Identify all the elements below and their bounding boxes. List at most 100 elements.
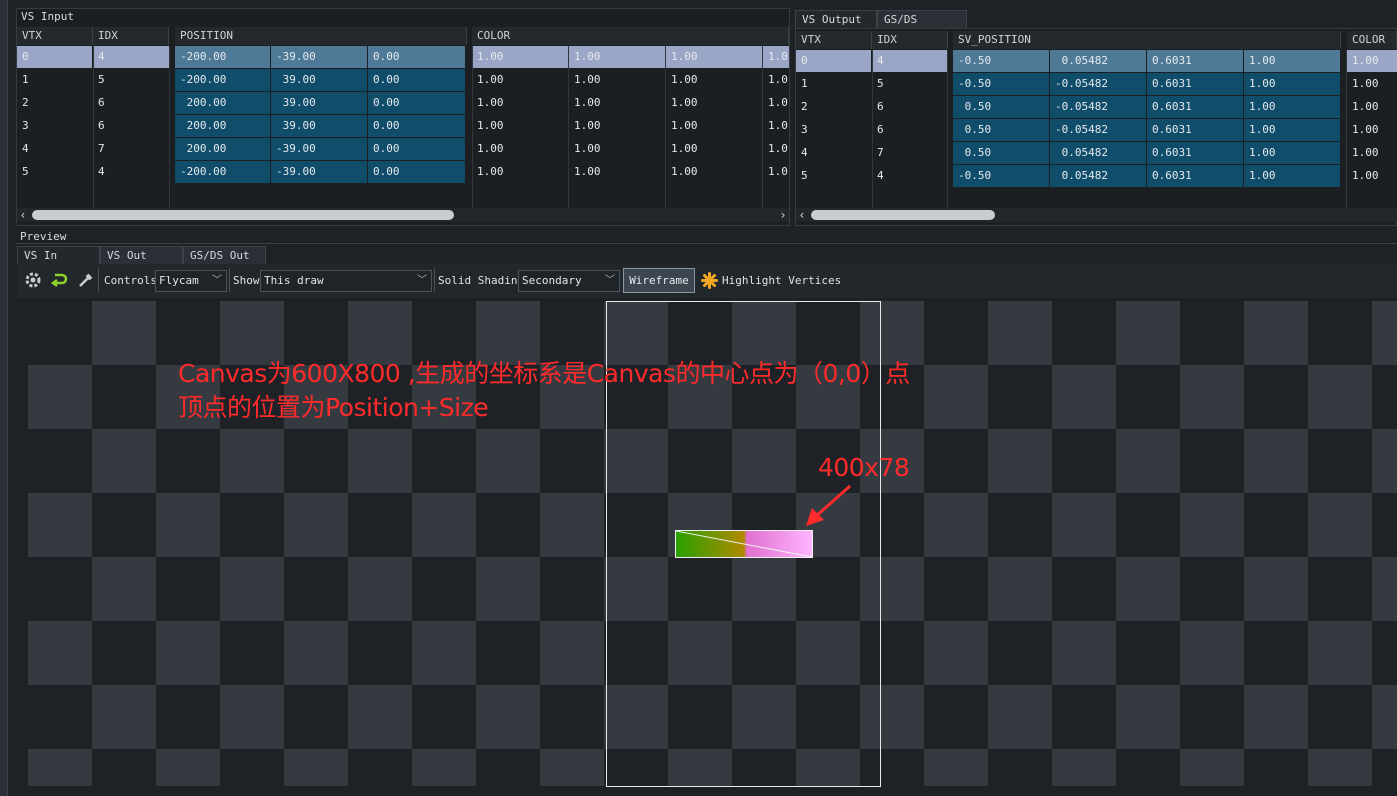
position-x-cell[interactable]: 200.00 bbox=[175, 115, 270, 137]
color-r-cell[interactable]: 1.00 bbox=[472, 92, 568, 114]
sv-position-w-cell[interactable]: 1.00 bbox=[1244, 142, 1340, 164]
idx-cell[interactable]: 4 bbox=[872, 165, 947, 187]
vtx-cell[interactable]: 3 bbox=[796, 119, 871, 141]
color-g-cell[interactable]: 1.00 bbox=[569, 46, 665, 68]
solid-shading-select[interactable]: Secondary ﹀ bbox=[518, 270, 620, 292]
sv-position-x-cell[interactable]: 0.50 bbox=[953, 96, 1049, 118]
idx-cell[interactable]: 4 bbox=[93, 161, 169, 183]
idx-cell[interactable]: 4 bbox=[872, 50, 947, 72]
tab-vs-in[interactable]: VS In bbox=[17, 246, 100, 264]
tab-vs-output[interactable]: VS Output bbox=[795, 10, 877, 28]
color-b-cell[interactable]: 1.00 bbox=[666, 161, 762, 183]
sv-position-y-cell[interactable]: 0.05482 bbox=[1050, 50, 1146, 72]
idx-cell[interactable]: 7 bbox=[872, 142, 947, 164]
color-a-cell[interactable]: 1.0 bbox=[763, 138, 789, 160]
sv-position-y-cell[interactable]: -0.05482 bbox=[1050, 73, 1146, 95]
gear-icon[interactable] bbox=[24, 271, 42, 289]
position-y-cell[interactable]: 39.00 bbox=[271, 69, 367, 91]
idx-cell[interactable]: 6 bbox=[93, 115, 169, 137]
col-header-color[interactable]: COLOR bbox=[472, 27, 789, 45]
sv-position-x-cell[interactable]: -0.50 bbox=[953, 50, 1049, 72]
vtx-cell[interactable]: 5 bbox=[17, 161, 92, 183]
idx-cell[interactable]: 6 bbox=[872, 96, 947, 118]
position-z-cell[interactable]: 0.00 bbox=[368, 115, 465, 137]
sv-position-z-cell[interactable]: 0.6031 bbox=[1147, 165, 1243, 187]
sv-position-z-cell[interactable]: 0.6031 bbox=[1147, 119, 1243, 141]
position-y-cell[interactable]: -39.00 bbox=[271, 138, 367, 160]
color-a-cell[interactable]: 1.0 bbox=[763, 69, 789, 91]
sv-position-w-cell[interactable]: 1.00 bbox=[1244, 165, 1340, 187]
controls-select[interactable]: Flycam ﹀ bbox=[155, 270, 227, 292]
vtx-cell[interactable]: 2 bbox=[796, 96, 871, 118]
sv-position-w-cell[interactable]: 1.00 bbox=[1244, 96, 1340, 118]
color-cell[interactable]: 1.00 bbox=[1347, 165, 1397, 187]
vtx-cell[interactable]: 4 bbox=[17, 138, 92, 160]
vs-output-table[interactable]: VTX IDX SV_POSITION COLOR 0 4 -0.50 0.0548… bbox=[796, 30, 1397, 214]
vs-input-table[interactable]: VTX IDX POSITION COLOR 0 4 -200.00 -39.00 0.… bbox=[17, 26, 789, 210]
tab-gsds-output[interactable]: GS/DS Output bbox=[877, 10, 967, 44]
color-b-cell[interactable]: 1.00 bbox=[666, 115, 762, 137]
vtx-cell[interactable]: 1 bbox=[796, 73, 871, 95]
sv-position-y-cell[interactable]: 0.05482 bbox=[1050, 142, 1146, 164]
col-header-vtx[interactable]: VTX bbox=[17, 27, 93, 45]
position-z-cell[interactable]: 0.00 bbox=[368, 161, 465, 183]
idx-cell[interactable]: 5 bbox=[93, 69, 169, 91]
color-cell[interactable]: 1.00 bbox=[1347, 73, 1397, 95]
wireframe-toggle[interactable]: Wireframe bbox=[623, 268, 695, 293]
position-z-cell[interactable]: 0.00 bbox=[368, 69, 465, 91]
color-a-cell[interactable]: 1.0 bbox=[763, 92, 789, 114]
color-g-cell[interactable]: 1.00 bbox=[569, 138, 665, 160]
show-select[interactable]: This draw ﹀ bbox=[260, 270, 432, 292]
sv-position-y-cell[interactable]: 0.05482 bbox=[1050, 165, 1146, 187]
sv-position-z-cell[interactable]: 0.6031 bbox=[1147, 142, 1243, 164]
sv-position-y-cell[interactable]: -0.05482 bbox=[1050, 119, 1146, 141]
position-x-cell[interactable]: 200.00 bbox=[175, 92, 270, 114]
scroll-right-icon[interactable]: › bbox=[777, 208, 789, 222]
color-r-cell[interactable]: 1.00 bbox=[472, 115, 568, 137]
color-a-cell[interactable]: 1.0 bbox=[763, 161, 789, 183]
vtx-cell[interactable]: 3 bbox=[17, 115, 92, 137]
color-g-cell[interactable]: 1.00 bbox=[569, 161, 665, 183]
idx-cell[interactable]: 6 bbox=[93, 92, 169, 114]
vs-output-scroll-thumb[interactable] bbox=[811, 210, 995, 220]
rendered-quad[interactable] bbox=[675, 530, 813, 558]
sv-position-z-cell[interactable]: 0.6031 bbox=[1147, 50, 1243, 72]
position-z-cell[interactable]: 0.00 bbox=[368, 138, 465, 160]
color-b-cell[interactable]: 1.00 bbox=[666, 69, 762, 91]
idx-cell[interactable]: 7 bbox=[93, 138, 169, 160]
color-cell[interactable]: 1.00 bbox=[1347, 50, 1397, 72]
color-b-cell[interactable]: 1.00 bbox=[666, 92, 762, 114]
vs-output-hscrollbar[interactable]: ‹ bbox=[796, 208, 1397, 222]
color-r-cell[interactable]: 1.00 bbox=[472, 46, 568, 68]
tab-vs-out[interactable]: VS Out bbox=[100, 246, 183, 264]
sv-position-z-cell[interactable]: 0.6031 bbox=[1147, 96, 1243, 118]
sv-position-w-cell[interactable]: 1.00 bbox=[1244, 73, 1340, 95]
sv-position-y-cell[interactable]: -0.05482 bbox=[1050, 96, 1146, 118]
col-header-idx[interactable]: IDX bbox=[872, 31, 948, 49]
vtx-cell[interactable]: 5 bbox=[796, 165, 871, 187]
color-r-cell[interactable]: 1.00 bbox=[472, 138, 568, 160]
position-x-cell[interactable]: -200.00 bbox=[175, 161, 270, 183]
sv-position-w-cell[interactable]: 1.00 bbox=[1244, 119, 1340, 141]
vtx-cell[interactable]: 0 bbox=[17, 46, 92, 68]
position-y-cell[interactable]: 39.00 bbox=[271, 92, 367, 114]
vs-input-hscrollbar[interactable]: ‹ › bbox=[17, 208, 789, 222]
col-header-position[interactable]: POSITION bbox=[175, 27, 467, 45]
sv-position-x-cell[interactable]: -0.50 bbox=[953, 165, 1049, 187]
color-a-cell[interactable]: 1.0 bbox=[763, 115, 789, 137]
scroll-left-icon[interactable]: ‹ bbox=[796, 208, 808, 222]
idx-cell[interactable]: 6 bbox=[872, 119, 947, 141]
sv-position-w-cell[interactable]: 1.00 bbox=[1244, 50, 1340, 72]
idx-cell[interactable]: 4 bbox=[93, 46, 169, 68]
position-z-cell[interactable]: 0.00 bbox=[368, 46, 465, 68]
color-g-cell[interactable]: 1.00 bbox=[569, 115, 665, 137]
color-cell[interactable]: 1.00 bbox=[1347, 119, 1397, 141]
sv-position-x-cell[interactable]: 0.50 bbox=[953, 119, 1049, 141]
position-x-cell[interactable]: -200.00 bbox=[175, 69, 270, 91]
color-b-cell[interactable]: 1.00 bbox=[666, 138, 762, 160]
col-header-vtx[interactable]: VTX bbox=[796, 31, 872, 49]
color-a-cell[interactable]: 1.0 bbox=[763, 46, 789, 68]
color-r-cell[interactable]: 1.00 bbox=[472, 69, 568, 91]
color-g-cell[interactable]: 1.00 bbox=[569, 92, 665, 114]
position-y-cell[interactable]: -39.00 bbox=[271, 46, 367, 68]
